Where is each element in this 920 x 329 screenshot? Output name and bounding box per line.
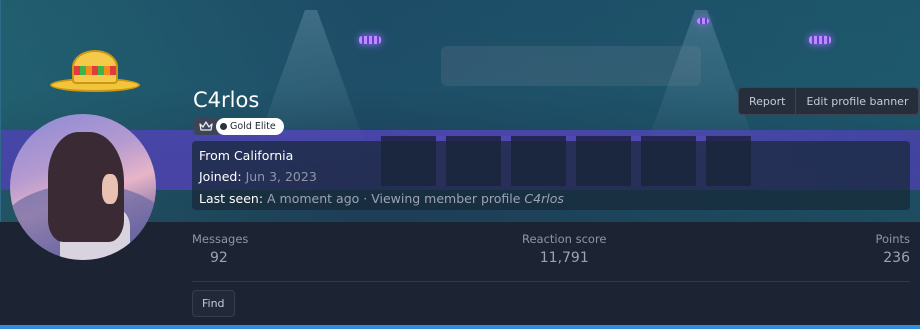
location-link[interactable]: California — [234, 148, 293, 163]
crown-icon-svg — [199, 121, 213, 131]
last-seen-value: A moment ago · Viewing member profile — [267, 191, 521, 206]
stat-points[interactable]: Points 236 — [875, 232, 910, 266]
banner-lamp — [697, 18, 709, 24]
joined-line: Joined: Jun 3, 2023 — [199, 169, 317, 184]
last-seen-line: Last seen: A moment ago · Viewing member… — [199, 191, 564, 206]
banner-lamp — [359, 36, 381, 44]
location-line: From California — [199, 148, 293, 163]
accent-bar — [0, 325, 920, 329]
sombrero-band — [74, 66, 116, 75]
location-prefix: From — [199, 148, 234, 163]
banner-lamp — [809, 36, 831, 44]
stat-value: 11,791 — [539, 250, 589, 266]
badge-dot — [220, 123, 227, 130]
avatar-face — [102, 174, 118, 204]
stat-label: Reaction score — [522, 232, 607, 246]
profile-actions: Report Edit profile banner — [738, 87, 920, 115]
banner-graffiti — [441, 46, 701, 86]
user-badge-row: Gold Elite — [194, 118, 284, 135]
avatar[interactable] — [10, 114, 156, 260]
stat-value: 236 — [883, 250, 910, 266]
last-seen-label: Last seen: — [199, 191, 264, 206]
stat-label: Points — [875, 232, 910, 246]
stat-reaction-score[interactable]: Reaction score 11,791 — [522, 232, 607, 266]
last-seen-profile-link[interactable]: C4rlos — [524, 191, 563, 206]
status-badge: Gold Elite — [216, 118, 284, 135]
sombrero-icon — [50, 48, 140, 94]
stat-messages[interactable]: Messages 92 — [192, 232, 248, 266]
report-button[interactable]: Report — [739, 88, 795, 114]
stats-row: Messages 92 Reaction score 11,791 Points… — [192, 232, 910, 272]
badge-label: Gold Elite — [230, 121, 276, 132]
stat-label: Messages — [192, 232, 249, 246]
edit-profile-banner-button[interactable]: Edit profile banner — [795, 88, 918, 114]
username: C4rlos — [193, 88, 260, 112]
joined-date: Jun 3, 2023 — [245, 169, 317, 184]
stat-value: 92 — [210, 250, 228, 266]
crown-icon — [194, 118, 218, 135]
find-button[interactable]: Find — [192, 290, 235, 317]
joined-label: Joined: — [199, 169, 242, 184]
divider — [192, 281, 910, 282]
